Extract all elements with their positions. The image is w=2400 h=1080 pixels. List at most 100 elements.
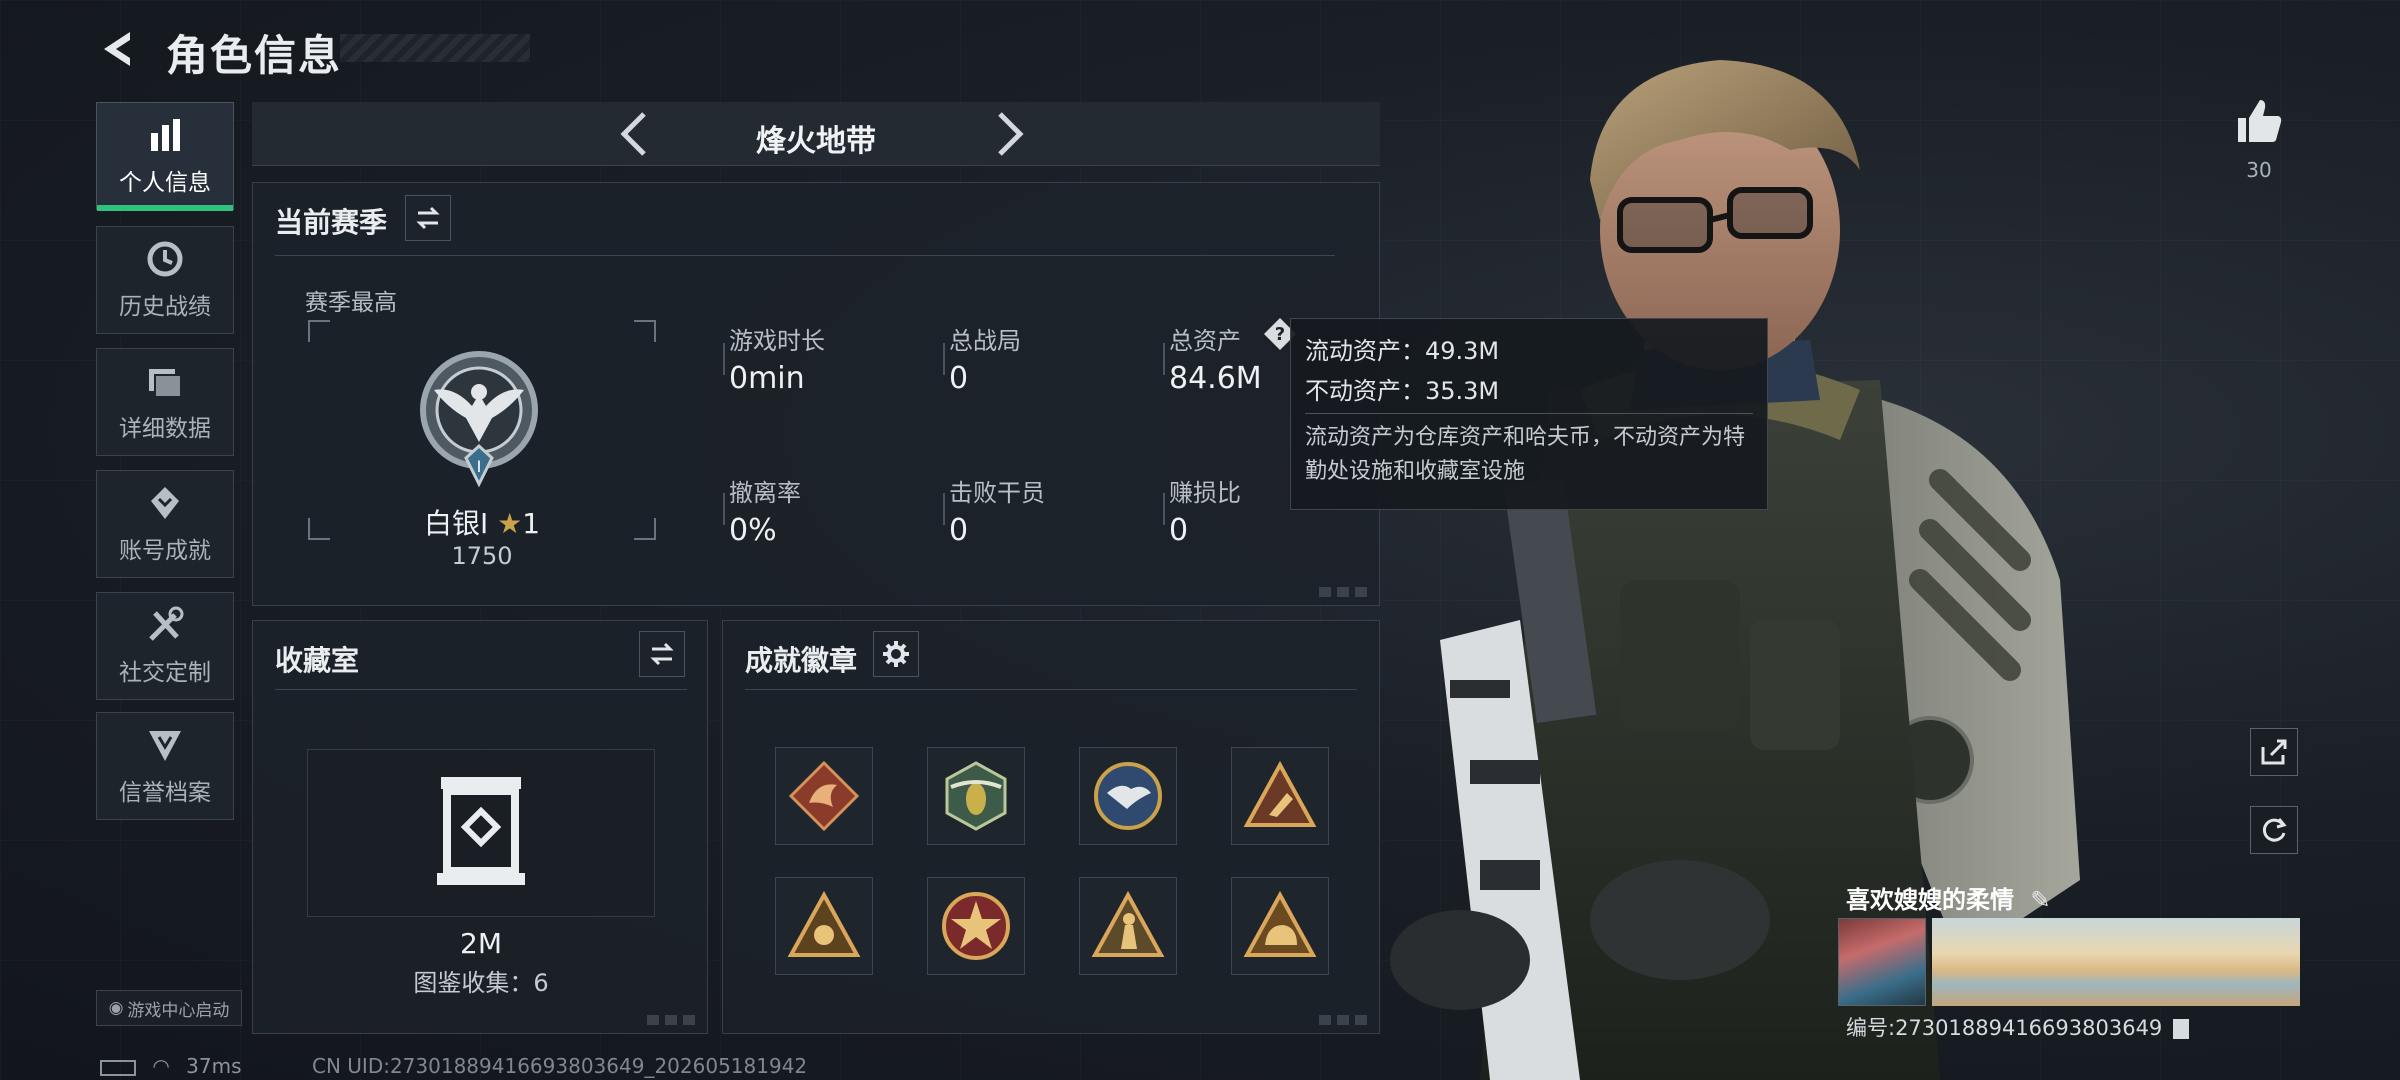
display-case-icon bbox=[437, 777, 525, 885]
back-arrow-icon[interactable] bbox=[96, 26, 142, 72]
swap-icon bbox=[650, 642, 674, 666]
season-best-label: 赛季最高 bbox=[305, 290, 397, 316]
tooltip-description: 流动资产为仓库资产和哈夫币，不动资产为特勤处设施和收藏室设施 bbox=[1305, 425, 1746, 484]
sidebar-item-history[interactable]: 历史战绩 bbox=[96, 226, 234, 334]
game-center-button[interactable]: ◉ 游戏中心启动 bbox=[96, 990, 242, 1026]
sidebar-item-social[interactable]: 社交定制 bbox=[96, 592, 234, 700]
player-id-text: 编号:27301889416693803649 bbox=[1846, 1016, 2163, 1040]
stat-value: 84.6M bbox=[1169, 361, 1262, 396]
sidebar-item-reputation[interactable]: 信誉档案 bbox=[96, 712, 234, 820]
collection-value: 2M bbox=[460, 927, 502, 960]
game-center-label: 游戏中心启动 bbox=[127, 1000, 230, 1021]
rank-emblem-icon: I bbox=[420, 351, 538, 488]
profile-banner[interactable] bbox=[1932, 918, 2300, 1006]
clock-icon bbox=[147, 241, 183, 277]
swap-icon bbox=[416, 206, 440, 230]
edit-icon[interactable]: ✎ bbox=[2030, 886, 2050, 914]
divider bbox=[943, 493, 945, 525]
sidebar-item-label: 个人信息 bbox=[119, 170, 211, 196]
folder-icon bbox=[149, 369, 182, 398]
tooltip-liquid: 流动资产：49.3M bbox=[1305, 337, 1500, 365]
share-button[interactable] bbox=[2250, 728, 2298, 776]
divider bbox=[275, 689, 687, 690]
divider bbox=[275, 255, 1335, 256]
mode-selector: 烽火地带 bbox=[252, 102, 1380, 166]
avatar[interactable] bbox=[1838, 918, 1926, 1006]
refresh-button[interactable] bbox=[2250, 806, 2298, 854]
rank-points: 1750 bbox=[451, 542, 513, 570]
player-name: 喜欢嫂嫂的柔情 ✎ bbox=[1846, 880, 2050, 915]
rank-stars: 1 bbox=[522, 507, 541, 540]
sidebar-item-label: 账号成就 bbox=[119, 538, 211, 564]
soldier-badge-icon[interactable] bbox=[1079, 877, 1177, 975]
divider bbox=[943, 343, 945, 375]
share-icon bbox=[2261, 739, 2287, 765]
switch-season-button[interactable] bbox=[405, 195, 451, 241]
badge-settings-button[interactable] bbox=[873, 631, 919, 677]
star-icon: ★ bbox=[497, 507, 523, 540]
mode-title: 烽火地带 bbox=[756, 124, 876, 159]
stat-label: 总资产 bbox=[1169, 327, 1241, 355]
codex-count: 图鉴收集：6 bbox=[413, 969, 549, 997]
svg-text:I: I bbox=[477, 457, 482, 476]
stat-value: 0 bbox=[1169, 513, 1189, 548]
dragon-badge-icon[interactable] bbox=[775, 747, 873, 845]
triangle-badge-2-icon[interactable] bbox=[775, 877, 873, 975]
eagle-badge-icon[interactable] bbox=[1079, 747, 1177, 845]
divider bbox=[1163, 343, 1165, 375]
sidebar-item-label: 社交定制 bbox=[119, 660, 211, 686]
divider bbox=[745, 689, 1357, 690]
stat-label: 总战局 bbox=[949, 327, 1021, 355]
sidebar-item-achievements[interactable]: 账号成就 bbox=[96, 470, 234, 578]
player-name-text: 喜欢嫂嫂的柔情 bbox=[1846, 886, 2014, 914]
stat-value: 0% bbox=[729, 513, 777, 548]
stat-value: 0 bbox=[949, 513, 969, 548]
sidebar-item-label: 详细数据 bbox=[119, 416, 211, 442]
tools-icon bbox=[149, 606, 184, 641]
collection-panel[interactable]: 收藏室 2M 图鉴收集：6 bbox=[252, 620, 708, 1034]
divider bbox=[723, 343, 725, 375]
penguin-icon: ◉ bbox=[108, 998, 124, 1018]
chevron-right-icon[interactable] bbox=[984, 110, 1032, 158]
shield-icon bbox=[149, 731, 181, 761]
bar-chart-icon bbox=[151, 119, 180, 151]
stat-value: 0min bbox=[729, 361, 805, 396]
like-count: 30 bbox=[2246, 158, 2272, 182]
divider bbox=[1305, 413, 1753, 414]
stat-value: 0 bbox=[949, 361, 969, 396]
stat-label: 游戏时长 bbox=[729, 327, 825, 355]
stat-label: 撤离率 bbox=[729, 479, 801, 507]
tooltip-fixed: 不动资产：35.3M bbox=[1305, 377, 1500, 405]
wifi-icon: ◠ bbox=[152, 1054, 170, 1078]
corner-decoration bbox=[1319, 1015, 1369, 1025]
helmet-badge-icon[interactable] bbox=[1231, 877, 1329, 975]
status-bar: ◠ 37ms bbox=[100, 1054, 242, 1078]
achievement-icon bbox=[151, 487, 179, 519]
sidebar-item-personal-info[interactable]: 个人信息 bbox=[96, 102, 234, 211]
triangle-badge-icon[interactable] bbox=[1231, 747, 1329, 845]
star-badge-icon[interactable] bbox=[927, 877, 1025, 975]
uid-line: CN UID:27301889416693803649_202605181942 bbox=[312, 1054, 808, 1078]
switch-collection-button[interactable] bbox=[639, 631, 685, 677]
player-id: 编号:27301889416693803649 bbox=[1846, 1012, 2189, 1042]
thumbs-up-icon[interactable] bbox=[2234, 96, 2284, 146]
stat-label: 赚损比 bbox=[1169, 479, 1241, 507]
copy-icon[interactable] bbox=[2172, 1019, 2189, 1039]
badges-title: 成就徽章 bbox=[745, 644, 858, 677]
badges-panel: 成就徽章 bbox=[722, 620, 1380, 1034]
title-decoration bbox=[340, 34, 530, 62]
divider bbox=[1163, 493, 1165, 525]
corner-decoration bbox=[647, 1015, 697, 1025]
divider bbox=[723, 493, 725, 525]
refresh-icon bbox=[2262, 818, 2287, 842]
battery-icon bbox=[100, 1059, 136, 1076]
svg-text:?: ? bbox=[1275, 324, 1285, 345]
wasp-badge-icon[interactable] bbox=[927, 747, 1025, 845]
sidebar-item-detailed-data[interactable]: 详细数据 bbox=[96, 348, 234, 456]
corner-decoration bbox=[1319, 587, 1369, 597]
sidebar-item-label: 信誉档案 bbox=[119, 780, 211, 806]
season-title: 当前赛季 bbox=[275, 206, 388, 239]
rank-title: 白银I ★1 bbox=[308, 502, 656, 542]
page-title: 角色信息 bbox=[166, 31, 343, 80]
asset-tooltip: 流动资产：49.3M 不动资产：35.3M 流动资产为仓库资产和哈夫币，不动资产… bbox=[1290, 318, 1768, 510]
